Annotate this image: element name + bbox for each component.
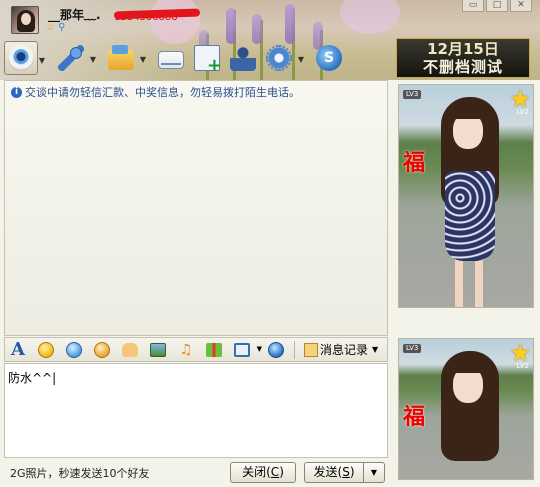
contact-avatar[interactable] <box>11 6 39 34</box>
font-icon: A <box>11 339 25 360</box>
magic-emoticon-button[interactable] <box>64 340 84 360</box>
close-window-button[interactable]: ✕ <box>510 0 532 12</box>
send-file-button[interactable]: ▼ <box>104 41 146 75</box>
history-icon <box>304 342 318 357</box>
level-badge: LV3 <box>403 344 422 353</box>
chevron-down-icon: ▼ <box>370 468 378 477</box>
photo-leg <box>475 257 483 307</box>
contact-show-photo[interactable]: LV3 ★ LV2 福 <box>398 84 534 308</box>
soso-icon <box>268 341 284 358</box>
emoticon-button[interactable] <box>36 340 56 360</box>
message-history-button[interactable]: 消息记录 ▼ <box>303 340 379 359</box>
chevron-down-icon[interactable]: ▼ <box>257 345 262 353</box>
note-add-icon <box>194 45 222 76</box>
mail-icon <box>158 51 184 69</box>
font-button[interactable]: A <box>8 339 28 360</box>
info-icon: i <box>11 86 22 98</box>
chevron-down-icon[interactable]: ▼ <box>298 55 304 64</box>
ad-line2: 不删档测试 <box>422 58 503 76</box>
contact-name-text: __那年﹏. <box>48 8 101 22</box>
chevron-down-icon[interactable]: ▼ <box>140 55 146 64</box>
gift-button[interactable] <box>204 340 224 360</box>
microphone-icon <box>58 45 84 71</box>
folder-icon <box>108 45 134 70</box>
photo-dress <box>445 171 495 261</box>
self-show-photo[interactable]: LV3 ★ LV2 福 <box>398 338 534 480</box>
level-badge: LV3 <box>403 90 422 99</box>
send-label: 发送( <box>313 465 343 479</box>
chat-toolbar: ▼ ▼ ▼ ▼ S <box>4 40 348 76</box>
create-note-button[interactable] <box>190 41 224 76</box>
close-label: 关闭( <box>242 465 271 479</box>
banner-bokeh <box>340 0 400 34</box>
close-end: ) <box>279 465 284 479</box>
bottom-bar: 2G照片，秒速发送10个好友 关闭(C) 发送(S) ▼ <box>4 459 388 487</box>
banner-lavender <box>285 4 295 44</box>
star-icon: ☆ <box>46 22 55 33</box>
magic-face-icon <box>66 341 82 358</box>
soso-button[interactable] <box>266 340 286 360</box>
star-level: LV2 <box>516 108 529 116</box>
shake-face-icon <box>94 341 110 358</box>
send-mail-button[interactable] <box>154 41 188 75</box>
safety-notice-text: 交谈中请勿轻信汇款、中奖信息，勿轻易拨打陌生电话。 <box>25 86 300 99</box>
screenshot-icon <box>234 342 250 357</box>
smiley-icon <box>38 341 54 358</box>
close-button[interactable]: 关闭(C) <box>230 462 296 483</box>
safety-notice: i 交谈中请勿轻信汇款、中奖信息，勿轻易拨打陌生电话。 <box>11 84 300 100</box>
search-icon: ⚲ <box>58 22 66 33</box>
star-level: LV2 <box>516 362 529 370</box>
photo-bangs <box>449 105 487 119</box>
toolbar-divider <box>294 340 295 359</box>
send-key: S <box>342 465 350 479</box>
status-icons: ☆ ⚲ <box>46 22 65 33</box>
maximize-button[interactable]: □ <box>486 0 508 12</box>
photo-bangs <box>449 359 487 373</box>
ad-line1: 12月15日 <box>427 40 499 58</box>
music-button[interactable]: ♫ <box>176 340 196 360</box>
soso-search-icon: S <box>316 45 342 71</box>
doodle-button[interactable] <box>120 340 140 360</box>
invite-contact-button[interactable] <box>226 41 260 75</box>
chevron-down-icon: ▼ <box>372 345 379 354</box>
fu-character: 福 <box>403 150 426 176</box>
shake-button[interactable] <box>92 340 112 360</box>
window-controls: ▭ □ ✕ <box>462 0 532 12</box>
voice-call-button[interactable]: ▼ <box>54 41 96 75</box>
skin-button[interactable]: ▭ <box>462 0 484 12</box>
photo-leg <box>455 257 463 307</box>
message-input-text: 防水^^| <box>8 371 57 385</box>
video-call-button[interactable]: ▼ <box>4 41 45 75</box>
avatar-face <box>21 13 31 25</box>
send-image-button[interactable] <box>148 340 168 360</box>
chevron-down-icon[interactable]: ▼ <box>39 56 45 65</box>
contact-name[interactable]: __那年﹏. 1234566888 <box>48 6 201 23</box>
image-icon <box>150 342 166 357</box>
message-history-label: 消息记录 <box>320 343 369 357</box>
screenshot-button[interactable]: ▼ <box>232 340 262 360</box>
gift-icon <box>206 342 222 357</box>
send-end: ) <box>349 465 355 479</box>
fu-character: 福 <box>403 404 426 430</box>
music-icon: ♫ <box>179 341 193 358</box>
close-key: C <box>270 465 280 479</box>
qq-search-button[interactable]: S <box>312 41 346 75</box>
ad-banner[interactable]: 12月15日 不删档测试 <box>396 38 530 78</box>
webcam-icon <box>8 45 34 71</box>
gear-icon <box>266 45 292 71</box>
send-button[interactable]: 发送(S) <box>304 462 364 483</box>
hand-icon <box>122 342 138 357</box>
chat-history[interactable]: i 交谈中请勿轻信汇款、中奖信息，勿轻易拨打陌生电话。 <box>4 80 388 336</box>
contact-show-panel: LV3 ★ LV2 福 LV3 ★ LV2 福 <box>392 80 540 487</box>
input-toolbar: A ♫ ▼ 消息记录 ▼ <box>4 337 388 362</box>
message-input[interactable]: 防水^^| <box>4 363 388 458</box>
send-options-button[interactable]: ▼ <box>363 462 385 483</box>
promo-tip[interactable]: 2G照片，秒速发送10个好友 <box>10 465 150 481</box>
person-icon <box>230 45 256 71</box>
app-settings-button[interactable]: ▼ <box>262 41 304 75</box>
banner-lavender <box>226 8 236 44</box>
chevron-down-icon[interactable]: ▼ <box>90 55 96 64</box>
